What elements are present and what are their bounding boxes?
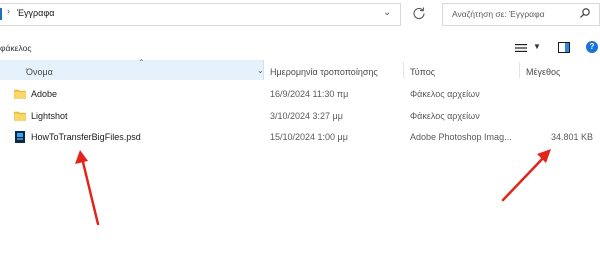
file-row-psd[interactable]: HowToTransferBigFiles.psd 15/10/2024 1:0… [0, 127, 600, 147]
breadcrumb-current-folder[interactable]: Έγγραφα [17, 8, 54, 18]
column-header-type[interactable]: Τύπος [410, 67, 435, 77]
file-type: Adobe Photoshop Imag... [410, 132, 512, 142]
column-header-date-modified[interactable]: Ημερομηνία τροποποίησης [270, 67, 378, 77]
folder-icon [14, 89, 26, 99]
breadcrumb-separator-icon: › [7, 6, 10, 16]
search-input[interactable]: Αναζήτηση σε: Έγγραφα [452, 9, 545, 19]
file-size: 34.801 KB [550, 132, 593, 142]
sort-ascending-icon: ⌃ [138, 58, 145, 67]
section-label: φάκελος [0, 43, 32, 53]
details-view-icon[interactable] [514, 42, 528, 54]
file-name[interactable]: HowToTransferBigFiles.psd [31, 132, 141, 142]
psd-file-icon [15, 131, 25, 143]
address-bar[interactable] [0, 3, 401, 26]
file-date-modified: 3/10/2024 3:27 μμ [270, 111, 343, 121]
column-divider[interactable] [519, 62, 520, 78]
file-date-modified: 16/9/2024 11:30 πμ [270, 89, 349, 99]
column-filter-chevron-icon[interactable]: ⌄ [257, 66, 264, 75]
file-type: Φάκελος αρχείων [410, 111, 480, 121]
column-header-size[interactable]: Μέγεθος [526, 67, 560, 77]
file-row-lightshot[interactable]: Lightshot 3/10/2024 3:27 μμ Φάκελος αρχε… [0, 106, 600, 126]
preview-pane-fill [565, 43, 569, 52]
file-date-modified: 15/10/2024 1:00 μμ [270, 132, 348, 142]
search-icon[interactable] [579, 7, 591, 19]
file-name[interactable]: Lightshot [31, 111, 68, 121]
address-bar-accent [0, 8, 2, 20]
file-name[interactable]: Adobe [31, 89, 57, 99]
file-row-adobe[interactable]: Adobe 16/9/2024 11:30 πμ Φάκελος αρχείων [0, 84, 600, 104]
folder-icon [14, 111, 26, 121]
address-history-chevron-icon[interactable]: ⌄ [383, 7, 391, 18]
refresh-icon[interactable] [412, 6, 426, 20]
annotation-arrow-filename [75, 150, 100, 226]
help-icon[interactable]: ? [586, 41, 598, 53]
column-header-name-label[interactable]: Όνομα [26, 67, 53, 77]
view-options-dropdown-icon[interactable]: ▼ [533, 42, 541, 51]
annotation-arrow-filesize [501, 149, 551, 202]
column-divider[interactable] [403, 62, 404, 78]
file-type: Φάκελος αρχείων [410, 89, 480, 99]
